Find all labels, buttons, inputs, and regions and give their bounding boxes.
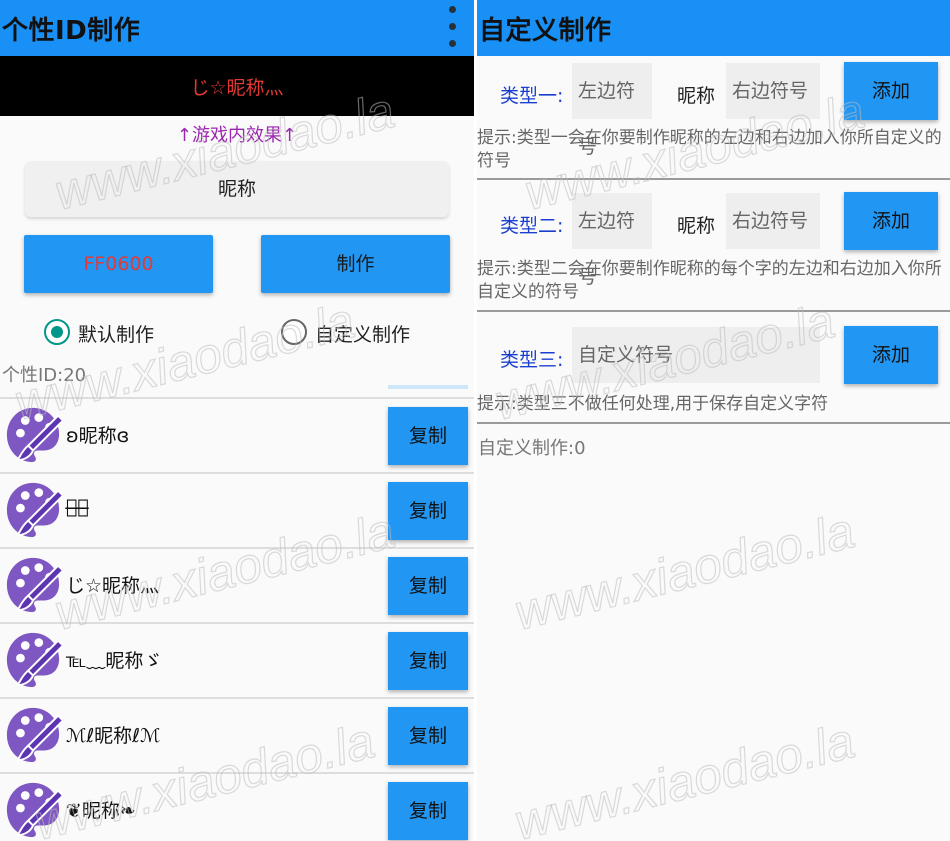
copy-button[interactable]: 复制 [388,407,468,465]
list-item[interactable]: 昵̶称̶ 复制 [0,472,474,547]
radio-unchecked-icon[interactable] [281,319,307,345]
app-bar: 自定义制作 [477,0,950,56]
item-name: ❦昵称❧ [66,800,136,822]
list-item[interactable]: ℡﹏昵称ゞ 复制 [0,622,474,697]
copy-button[interactable]: 复制 [388,482,468,540]
page-title: 个性ID制作 [2,16,141,46]
palette-icon [6,407,62,463]
copy-button[interactable]: 复制 [388,707,468,765]
type1-nickname-label: 昵称 [677,85,716,107]
color-button[interactable]: FF0600 [24,235,213,293]
type2-right-symbol-input[interactable]: 右边符号 [726,193,820,249]
radio-custom-label: 自定义制作 [315,324,411,346]
item-name: ʚ昵称ɞ [66,425,130,447]
type1-right-symbol-input[interactable]: 右边符号 [726,63,820,119]
item-name: ℡﹏昵称ゞ [66,650,163,672]
preview-text: じ☆昵称灬 [190,77,284,99]
palette-icon [6,782,62,838]
nickname-preview: じ☆昵称灬 [0,56,474,116]
id-list[interactable]: ʚ昵称ɞ 复制 昵̶称̶ 复制 じ☆昵称灬 复制 ℡﹏昵称ゞ 复制 ℳℓ昵称ℓℳ… [0,397,474,841]
id-count-label: 个性ID:20 [2,365,87,386]
type2-left-symbol-input[interactable]: 左边符号 [572,193,652,288]
type2-add-button[interactable]: 添加 [844,192,938,250]
copy-button[interactable]: 复制 [388,557,468,615]
type3-hint: 提示:类型三不做任何处理,用于保存自定义字符 [477,394,829,414]
custom-make-panel: 自定义制作 类型一: 左边符号 昵称 右边符号 添加 提示:类型一会在你要制作昵… [477,0,950,841]
type2-nickname-label: 昵称 [677,215,716,237]
list-item[interactable]: ʚ昵称ɞ 复制 [0,397,474,472]
type2-hint: 提示:类型二会在你要制作昵称的每个字的左边和右边加入你所自定义的符号 [477,259,942,302]
divider [477,422,950,424]
copy-button[interactable]: 复制 [388,782,468,840]
copy-button[interactable]: 复制 [388,632,468,690]
radio-default-label: 默认制作 [78,324,155,346]
nickname-input[interactable]: 昵称 [25,161,449,217]
item-name: 昵̶称̶ [66,496,89,518]
list-scroll-edge [388,385,468,389]
type3-symbol-input[interactable]: 自定义符号 [572,327,820,383]
app-bar: 个性ID制作 [0,0,474,56]
type3-add-button[interactable]: 添加 [844,326,938,384]
custom-count-label: 自定义制作:0 [478,438,586,459]
list-item[interactable]: じ☆昵称灬 复制 [0,547,474,622]
divider [477,178,950,180]
divider [477,310,950,312]
radio-custom-make[interactable]: 自定义制作 [281,317,441,349]
radio-checked-icon[interactable] [44,319,70,345]
palette-icon [6,482,62,538]
list-item[interactable]: ℳℓ昵称ℓℳ 复制 [0,697,474,772]
type2-label: 类型二: [500,215,564,237]
default-make-panel: 个性ID制作 じ☆昵称灬 ↑游戏内效果↑ 昵称 FF0600 制作 默认制作 自… [0,0,474,841]
item-name: ℳℓ昵称ℓℳ [66,725,161,747]
type1-left-symbol-input[interactable]: 左边符号 [572,63,652,158]
game-effect-label: ↑游戏内效果↑ [176,125,298,146]
palette-icon [6,632,62,688]
overflow-menu-icon[interactable] [444,4,460,52]
make-button[interactable]: 制作 [261,235,450,293]
type1-label: 类型一: [500,85,564,107]
radio-default-make[interactable]: 默认制作 [44,317,204,349]
item-name: じ☆昵称灬 [66,575,160,597]
type1-add-button[interactable]: 添加 [844,62,938,120]
page-title: 自定义制作 [479,16,612,46]
palette-icon [6,707,62,763]
type3-label: 类型三: [500,349,564,371]
list-item[interactable]: ❦昵称❧ 复制 [0,772,474,841]
palette-icon [6,557,62,613]
type1-hint: 提示:类型一会在你要制作昵称的左边和右边加入你所自定义的符号 [477,128,942,171]
